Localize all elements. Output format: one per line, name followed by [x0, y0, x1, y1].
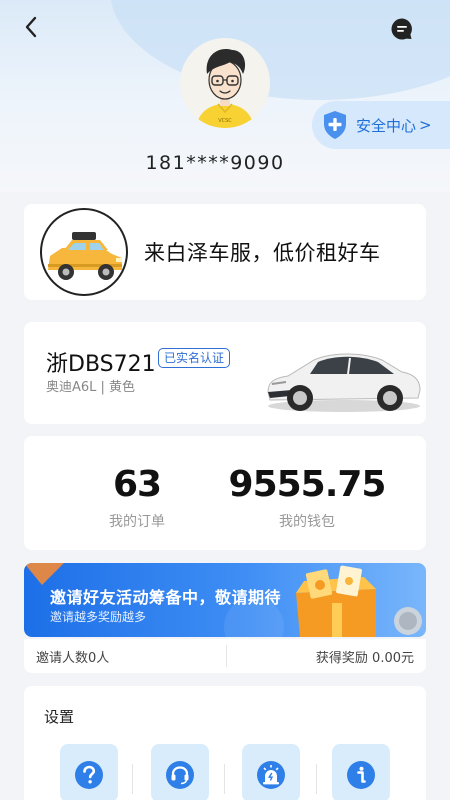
promo-text: 来白泽车服，低价租好车	[144, 241, 381, 265]
invite-title: 邀请好友活动筹备中，敬请期待	[50, 588, 282, 607]
headset-icon	[166, 761, 194, 789]
header-decoration	[110, 0, 450, 100]
chat-bubble-icon	[391, 18, 412, 40]
alarm-light-icon	[257, 761, 285, 789]
orders-label: 我的订单	[109, 514, 165, 530]
car-image	[267, 353, 421, 412]
wallet-label: 我的钱包	[279, 514, 335, 530]
divider	[224, 764, 225, 794]
license-plate: 浙DBS721	[46, 352, 156, 377]
back-arrow-icon	[25, 16, 37, 38]
invite-reward: 获得奖励 0.00元	[315, 651, 414, 666]
phone-number: 181****9090	[145, 152, 285, 174]
chevron-right-icon: >	[419, 116, 432, 134]
wallet-stat[interactable]: 9555.75 我的钱包	[222, 464, 392, 531]
invite-subtitle: 邀请越多奖励越多	[50, 610, 147, 624]
divider	[316, 764, 317, 794]
taxi-icon	[40, 208, 128, 296]
divider	[132, 764, 133, 794]
vehicle-card[interactable]: 浙DBS721 已实名认证 奥迪A6L | 黄色	[24, 322, 426, 424]
safety-center-label: 安全中心	[356, 116, 417, 135]
vehicle-description: 奥迪A6L | 黄色	[46, 380, 136, 395]
emergency-button[interactable]	[242, 744, 300, 800]
avatar-shirt-text: VCSC	[218, 118, 232, 124]
settings-card: 设置	[24, 686, 426, 800]
info-icon	[347, 761, 375, 789]
invite-summary: 邀请人数0人 获得奖励 0.00元	[24, 639, 426, 673]
orders-count: 63	[112, 464, 162, 505]
stats-card: 63 我的订单 9555.75 我的钱包	[24, 436, 426, 550]
question-mark-icon	[75, 761, 103, 789]
help-button[interactable]	[60, 744, 118, 800]
profile-header: VCSC 181****9090 安全中心 >	[0, 0, 450, 192]
customer-service-button[interactable]	[151, 744, 209, 800]
promo-banner[interactable]: 来白泽车服，低价租好车	[24, 204, 426, 300]
settings-title: 设置	[44, 708, 75, 726]
back-button[interactable]	[18, 14, 44, 40]
verified-badge: 已实名认证	[158, 348, 231, 368]
about-button[interactable]	[332, 744, 390, 800]
orders-stat[interactable]: 63 我的订单	[52, 464, 222, 531]
user-avatar-illustration: VCSC	[180, 38, 270, 128]
message-button[interactable]	[390, 17, 414, 41]
invite-count: 邀请人数0人	[36, 651, 110, 666]
shield-icon	[324, 111, 346, 139]
wallet-balance: 9555.75	[228, 464, 387, 505]
safety-center-button[interactable]: 安全中心 >	[312, 101, 450, 149]
invite-banner[interactable]: 邀请好友活动筹备中，敬请期待 邀请越多奖励越多	[24, 563, 426, 637]
divider	[226, 645, 227, 667]
avatar[interactable]: VCSC	[180, 38, 270, 128]
